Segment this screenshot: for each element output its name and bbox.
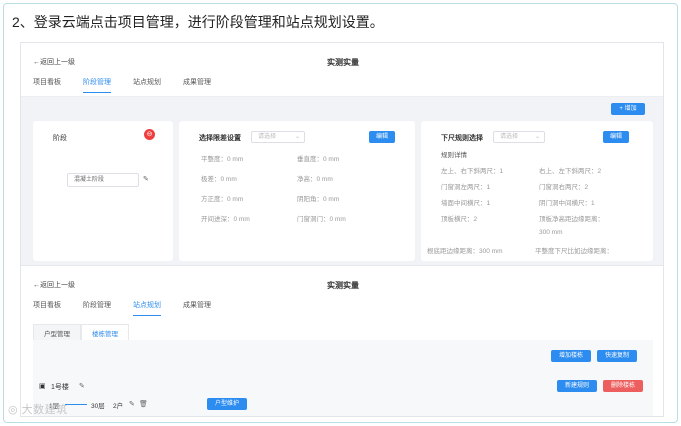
tolerance-edit-button[interactable]: 编辑 bbox=[369, 131, 395, 143]
add-stage-button[interactable]: + 增加 bbox=[611, 103, 645, 115]
ruler-select[interactable]: 请选择 ⌄ bbox=[493, 131, 545, 143]
tab-project-board[interactable]: 项目看板 bbox=[33, 77, 61, 93]
tolerance-field: 平整度：0 mm bbox=[201, 156, 244, 163]
stage-management-panel: ←返回上一级 实测实量 项目看板 阶段管理 站点规划 成果管理 + 增加 阶段 … bbox=[21, 43, 663, 261]
tolerance-field: 阴阳角：0 mm bbox=[297, 196, 340, 203]
tab-site-planning[interactable]: 站点规划 bbox=[133, 300, 161, 316]
rule-field: 门窗洞右两尺：2 bbox=[539, 184, 589, 191]
tab-results[interactable]: 成果管理 bbox=[183, 77, 211, 93]
stage-title: 阶段 bbox=[53, 135, 67, 142]
building-icon: ▣ bbox=[39, 383, 46, 390]
pencil-icon[interactable]: ✎ bbox=[79, 382, 85, 390]
ruler-rule-card: 下尺规则选择 请选择 ⌄ 编辑 规则详情 左上、右下斜两尺：1 右上、左下斜两尺… bbox=[421, 121, 653, 261]
new-rule-button[interactable]: 新建规则 bbox=[557, 380, 597, 392]
tolerance-field: 垂直度：0 mm bbox=[297, 156, 340, 163]
delete-stage-icon[interactable]: ⊖ bbox=[144, 129, 155, 140]
tolerance-field: 方正度：0 mm bbox=[201, 196, 244, 203]
rule-field: 平整度下尺比如边缘距离： bbox=[535, 248, 613, 255]
rule-field: 顶板净高距边缘距离： bbox=[539, 216, 604, 223]
tolerance-field: 极差：0 mm bbox=[201, 176, 237, 183]
tolerance-card: 选择限差设置 请选择 ⌄ 编辑 平整度：0 mm 垂直度：0 mm 极差：0 m… bbox=[179, 121, 415, 261]
add-building-button[interactable]: 增加楼栋 bbox=[551, 350, 591, 362]
top-bar: ←返回上一级 实测实量 项目看板 阶段管理 站点规划 成果管理 bbox=[21, 43, 663, 97]
tab-stage-management[interactable]: 阶段管理 bbox=[83, 77, 111, 93]
rule-field: 阴门洞中间横尺：1 bbox=[539, 200, 595, 207]
pencil-icon[interactable]: ✎ bbox=[143, 175, 149, 183]
ruler-title: 下尺规则选择 bbox=[441, 135, 483, 142]
chevron-down-icon: ⌄ bbox=[294, 134, 300, 140]
main-tabs: 项目看板 阶段管理 站点规划 成果管理 bbox=[33, 77, 233, 93]
page-title: 实测实量 bbox=[327, 281, 359, 290]
site-planning-panel: ←返回上一级 实测实量 项目看板 阶段管理 站点规划 成果管理 户型管理 楼栋管… bbox=[21, 265, 663, 416]
tolerance-select[interactable]: 请选择 ⌄ bbox=[251, 131, 305, 143]
rule-field: 左上、右下斜两尺：1 bbox=[441, 168, 504, 175]
floor-range-line bbox=[65, 404, 87, 405]
instruction-heading: 2、登录云端点击项目管理，进行阶段管理和站点规划设置。 bbox=[12, 14, 384, 30]
building-name: 1号楼 bbox=[51, 384, 69, 391]
tab-results[interactable]: 成果管理 bbox=[183, 300, 211, 316]
rule-field: 右上、左下斜两尺：2 bbox=[539, 168, 602, 175]
ruler-select-placeholder: 请选择 bbox=[500, 134, 519, 140]
rule-field: 墙面中间横尺：1 bbox=[441, 200, 491, 207]
main-tabs: 项目看板 阶段管理 站点规划 成果管理 bbox=[33, 300, 233, 316]
rule-field: 根底距边缘距离：300 mm bbox=[427, 248, 503, 255]
tab-stage-management[interactable]: 阶段管理 bbox=[83, 300, 111, 316]
tolerance-title: 选择限差设置 bbox=[199, 135, 241, 142]
trash-icon[interactable]: 🗑 bbox=[139, 400, 148, 408]
page-title: 实测实量 bbox=[327, 58, 359, 67]
building-area: 增加楼栋 快速复制 ▣ 1号楼 ✎ 新建规则 删除楼栋 1层 30层 2户 ✎ … bbox=[33, 340, 653, 416]
tolerance-field: 净高：0 mm bbox=[297, 176, 333, 183]
tab-project-board[interactable]: 项目看板 bbox=[33, 300, 61, 316]
tolerance-field: 开间进深：0 mm bbox=[201, 216, 250, 223]
watermark-logo: ◎ 大数建筑 bbox=[8, 404, 68, 416]
rule-field: 顶板横尺：2 bbox=[441, 216, 478, 223]
pencil-icon[interactable]: ✎ bbox=[129, 400, 135, 408]
rule-field: 300 mm bbox=[539, 229, 563, 236]
chevron-down-icon: ⌄ bbox=[534, 134, 540, 140]
app-screenshot: ←返回上一级 实测实量 项目看板 阶段管理 站点规划 成果管理 + 增加 阶段 … bbox=[20, 42, 664, 417]
rule-details-label: 规则详情 bbox=[441, 152, 467, 159]
tolerance-field: 门窗洞门：0 mm bbox=[297, 216, 346, 223]
floor-end: 30层 bbox=[91, 403, 105, 410]
rule-field: 门窗洞左两尺：1 bbox=[441, 184, 491, 191]
stage-card: 阶段 ⊖ 混凝土阶段 ✎ bbox=[33, 121, 173, 261]
ruler-edit-button[interactable]: 编辑 bbox=[603, 131, 629, 143]
tab-site-planning[interactable]: 站点规划 bbox=[133, 77, 161, 93]
tolerance-select-placeholder: 请选择 bbox=[258, 134, 277, 140]
stage-name-input[interactable]: 混凝土阶段 bbox=[67, 173, 139, 187]
unit-maintain-button[interactable]: 户型维护 bbox=[207, 398, 247, 410]
unit-count: 2户 bbox=[113, 403, 124, 410]
delete-building-button[interactable]: 删除楼栋 bbox=[603, 380, 643, 392]
quick-copy-button[interactable]: 快速复制 bbox=[597, 350, 637, 362]
